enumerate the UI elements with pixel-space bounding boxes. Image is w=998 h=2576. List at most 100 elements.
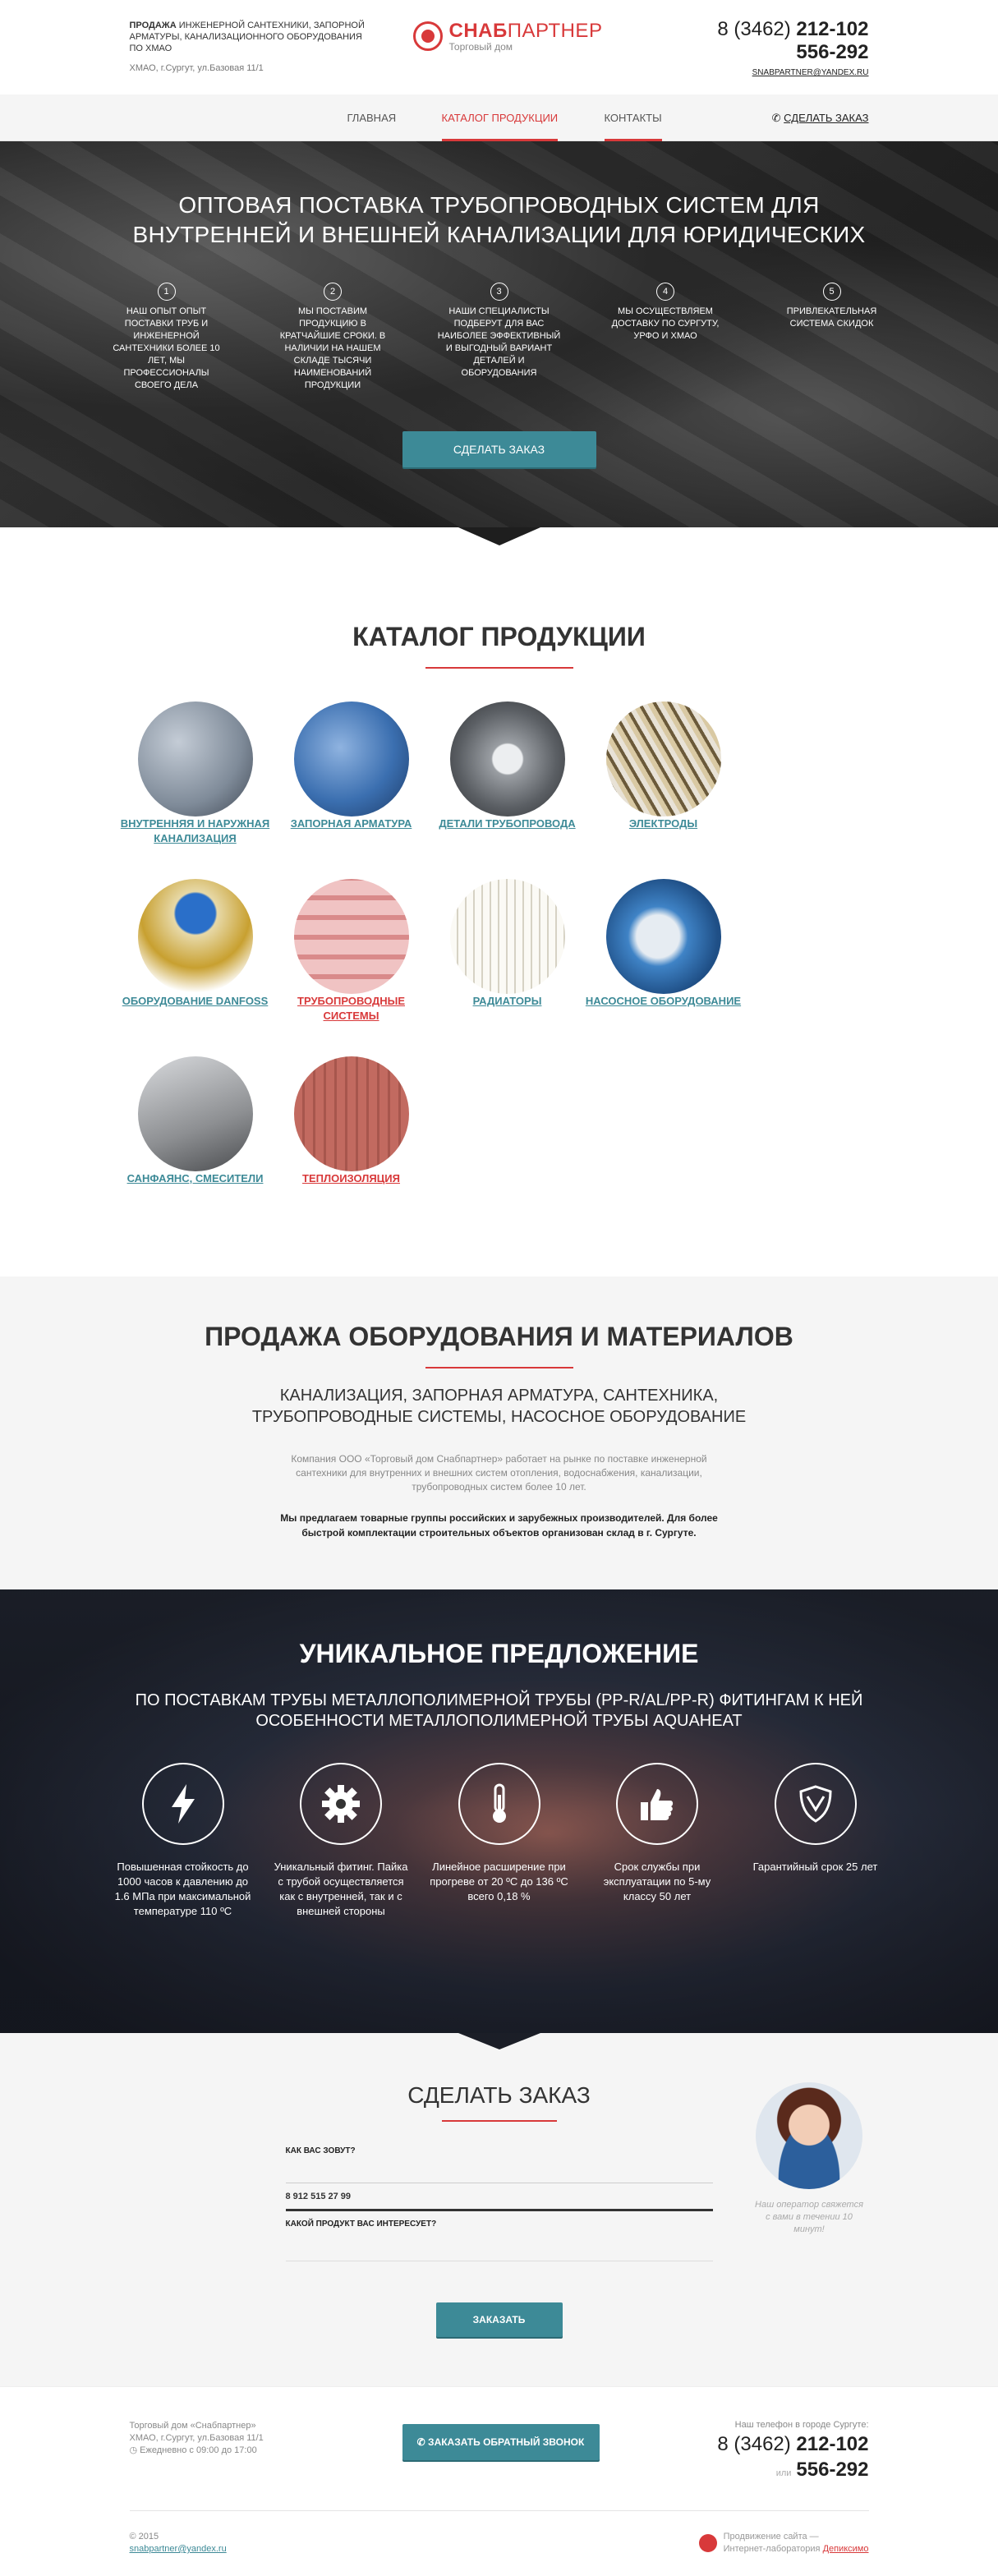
name-field[interactable] — [285, 2155, 713, 2183]
catalog-image[interactable] — [605, 702, 721, 816]
catalog-item[interactable]: ТЕПЛОИЗОЛЯЦИЯ — [274, 1056, 430, 1186]
catalog-link[interactable]: ДЕТАЛИ ТРУБОПРОВОДА — [439, 817, 575, 830]
footer-email-link[interactable]: snabpartner@yandex.ru — [130, 2544, 227, 2554]
main-nav: ГЛАВНАЯ КАТАЛОГ ПРОДУКЦИИ КОНТАКТЫ ✆ СДЕ… — [0, 94, 998, 141]
catalog-image[interactable] — [449, 702, 565, 816]
header-phone-2: 556-292 — [796, 41, 869, 63]
catalog-item[interactable]: ЭЛЕКТРОДЫ — [586, 702, 742, 846]
catalog-title: КАТАЛОГ ПРОДУКЦИИ — [352, 622, 646, 651]
clock-icon: ◷ — [129, 2445, 140, 2455]
sales-note: Мы предлагаем товарные группы российских… — [280, 1512, 718, 1539]
sales-description: Компания ООО «Торговый дом Снабпартнер» … — [291, 1453, 707, 1493]
sales-divider — [425, 1367, 573, 1368]
unique-arrow — [458, 2033, 540, 2049]
logo-subtitle: Торговый дом — [448, 41, 513, 53]
header-address: ХМАО, г.Сургут, ул.Базовая 11/1 — [129, 63, 264, 73]
nav-item-contacts[interactable]: КОНТАКТЫ — [604, 94, 662, 141]
hero-feature: 4 МЫ ОСУЩЕСТВЛЯЕМ ДОСТАВКУ ПО СУРГУТУ, УР… — [604, 283, 727, 392]
catalog-item[interactable]: ЗАПОРНАЯ АРМАТУРА — [274, 702, 430, 846]
catalog-grid: ВНУТРЕННЯЯ И НАРУЖНАЯ КАНАЛИЗАЦИЯ ЗАПОРН… — [117, 702, 881, 1219]
unique-features: Повышенная стойкость до 1000 часов к дав… — [113, 1763, 885, 1919]
catalog-image[interactable] — [137, 1056, 253, 1171]
catalog-divider — [425, 667, 573, 669]
catalog-image[interactable] — [137, 879, 253, 994]
catalog-image[interactable] — [137, 702, 253, 816]
catalog-link[interactable]: ЭЛЕКТРОДЫ — [629, 817, 697, 830]
developer-link[interactable]: Депиксимо — [823, 2544, 869, 2554]
catalog-link[interactable]: САНФАЯНС, СМЕСИТЕЛИ — [127, 1172, 264, 1184]
catalog-image[interactable] — [293, 702, 409, 816]
catalog-link[interactable]: РАДИАТОРЫ — [473, 995, 542, 1007]
unique-feature: Уникальный фитинг. Пайка с трубой осущес… — [271, 1763, 411, 1919]
unique-feature: Линейное расширение при прогреве от 20 º… — [430, 1763, 569, 1919]
catalog-item[interactable]: НАСОСНОЕ ОБОРУДОВАНИЕ — [586, 879, 742, 1024]
catalog-image[interactable] — [449, 879, 565, 994]
phone-icon: ✆ — [416, 2436, 429, 2448]
order-submit-button[interactable]: ЗАКАЗАТЬ — [435, 2302, 563, 2337]
unique-offer-section: УНИКАЛЬНОЕ ПРЕДЛОЖЕНИЕ ПО ПОСТАВКАМ ТРУБ… — [0, 1589, 998, 2049]
footer-phones: Наш телефон в городе Сургуте: 8 (3462) 2… — [717, 2420, 869, 2481]
header-email-link[interactable]: SNABPARTNER@YANDEX.RU — [752, 68, 869, 77]
hero-title: ОПТОВАЯ ПОСТАВКА ТРУБОПРОВОДНЫХ СИСТЕМ Д… — [132, 192, 866, 247]
product-label: КАКОЙ ПРОДУКТ ВАС ИНТЕРЕСУЕТ? — [285, 2220, 437, 2229]
tagline-bold: ПРОДАЖА — [129, 21, 177, 30]
logo[interactable]: СНАБПАРТНЕР Торговый дом — [412, 20, 603, 53]
sales-title: ПРОДАЖА ОБОРУДОВАНИЯ И МАТЕРИАЛОВ — [205, 1322, 793, 1351]
hero-feature: 3 НАШИ СПЕЦИАЛИСТЫ ПОДБЕРУТ ДЛЯ ВАС НАИБО… — [438, 283, 561, 392]
sales-section: ПРОДАЖА ОБОРУДОВАНИЯ И МАТЕРИАЛОВ КАНАЛИ… — [0, 1276, 998, 1589]
catalog-image[interactable] — [293, 1056, 409, 1171]
gear-icon — [300, 1763, 382, 1845]
order-form: КАК ВАС ЗОВУТ? 8 912 515 27 99 КАКОЙ ПРО… — [285, 2146, 713, 2337]
catalog-link[interactable]: НАСОСНОЕ ОБОРУДОВАНИЕ — [586, 995, 741, 1007]
shield-icon — [774, 1763, 857, 1845]
order-divider — [441, 2120, 557, 2122]
operator-text: Наш оператор свяжется с вами в течении 1… — [755, 2200, 863, 2234]
hero-arrow — [458, 527, 540, 545]
operator-block: Наш оператор свяжется с вами в течении 1… — [752, 2082, 867, 2236]
catalog-item[interactable]: САНФАЯНС, СМЕСИТЕЛИ — [117, 1056, 274, 1186]
hero-feature: 2 МЫ ПОСТАВИМ ПРОДУКЦИЮ В КРАТЧАЙШИЕ СРОК… — [271, 283, 394, 392]
order-section: СДЕЛАТЬ ЗАКАЗ КАК ВАС ЗОВУТ? 8 912 515 2… — [0, 2033, 998, 2386]
hero-features: 1 НАШ ОПЫТ ОПЫТ ПОСТАВКИ ТРУБ И ИНЖЕНЕРНО… — [105, 283, 894, 392]
unique-subtitle: ПО ПОСТАВКАМ ТРУБЫ МЕТАЛЛОПОЛИМЕРНОЙ ТРУ… — [135, 1691, 863, 1730]
lightning-icon — [141, 1763, 224, 1845]
operator-avatar — [756, 2082, 862, 2189]
catalog-item[interactable]: ДЕТАЛИ ТРУБОПРОВОДА — [430, 702, 586, 846]
catalog-section: КАТАЛОГ ПРОДУКЦИИ ВНУТРЕННЯЯ И НАРУЖНАЯ … — [0, 527, 998, 1276]
catalog-item[interactable]: ТРУБОПРОВОДНЫЕ СИСТЕМЫ — [274, 879, 430, 1024]
phone-field[interactable]: 8 912 515 27 99 — [285, 2183, 713, 2211]
catalog-link[interactable]: ЗАПОРНАЯ АРМАТУРА — [291, 817, 412, 830]
unique-feature: Повышенная стойкость до 1000 часов к дав… — [113, 1763, 253, 1919]
catalog-link[interactable]: ТЕПЛОИЗОЛЯЦИЯ — [302, 1172, 400, 1184]
catalog-item[interactable]: РАДИАТОРЫ — [430, 879, 586, 1024]
hero-feature: 5 ПРИВЛЕКАТЕЛЬНАЯ СИСТЕМА СКИДОК — [770, 283, 894, 392]
thermometer-icon — [458, 1763, 540, 1845]
nav-item-home[interactable]: ГЛАВНАЯ — [347, 94, 397, 141]
logo-mark-icon — [412, 21, 443, 51]
nav-item-catalog[interactable]: КАТАЛОГ ПРОДУКЦИИ — [441, 94, 558, 141]
logo-title: СНАБПАРТНЕР — [448, 20, 603, 42]
header-contacts: 8 (3462) 212-102 556-292 SNABPARTNER@YAN… — [717, 18, 868, 79]
site-footer: Торговый дом «Снабпартнер» ХМАО, г.Сургу… — [0, 2386, 998, 2576]
thumbs-up-icon — [616, 1763, 698, 1845]
catalog-image[interactable] — [605, 879, 721, 994]
nav-order-link[interactable]: ✆ СДЕЛАТЬ ЗАКАЗ — [772, 94, 869, 141]
catalog-item[interactable]: ОБОРУДОВАНИЕ DANFOSS — [117, 879, 274, 1024]
callback-button[interactable]: ✆ ЗАКАЗАТЬ ОБРАТНЫЙ ЗВОНОК — [402, 2424, 600, 2460]
name-label: КАК ВАС ЗОВУТ? — [285, 2146, 356, 2155]
catalog-link[interactable]: ВНУТРЕННЯЯ И НАРУЖНАЯ КАНАЛИЗАЦИЯ — [121, 817, 269, 844]
hero-section: ОПТОВАЯ ПОСТАВКА ТРУБОПРОВОДНЫХ СИСТЕМ Д… — [0, 141, 998, 545]
unique-feature: Гарантийный срок 25 лет — [746, 1763, 885, 1919]
developer-logo-icon — [698, 2534, 717, 2552]
header-tagline: ПРОДАЖА ИНЖЕНЕРНОЙ САНТЕХНИКИ, ЗАПОРНОЙ … — [130, 20, 368, 74]
catalog-link[interactable]: ОБОРУДОВАНИЕ DANFOSS — [122, 995, 269, 1007]
catalog-image[interactable] — [293, 879, 409, 994]
hero-order-button[interactable]: СДЕЛАТЬ ЗАКАЗ — [402, 431, 596, 467]
unique-feature: Срок службы при эксплуатации по 5-му кла… — [587, 1763, 727, 1919]
product-field[interactable] — [285, 2229, 713, 2261]
sales-subtitle: КАНАЛИЗАЦИЯ, ЗАПОРНАЯ АРМАТУРА, САНТЕХНИ… — [251, 1387, 747, 1426]
catalog-item[interactable]: ВНУТРЕННЯЯ И НАРУЖНАЯ КАНАЛИЗАЦИЯ — [117, 702, 274, 846]
catalog-link[interactable]: ТРУБОПРОВОДНЫЕ СИСТЕМЫ — [297, 995, 405, 1022]
header-phone-1: 8 (3462) 212-102 — [717, 18, 869, 40]
developer-credit: Продвижение сайта — Интернет-лаборатория… — [698, 2531, 869, 2555]
